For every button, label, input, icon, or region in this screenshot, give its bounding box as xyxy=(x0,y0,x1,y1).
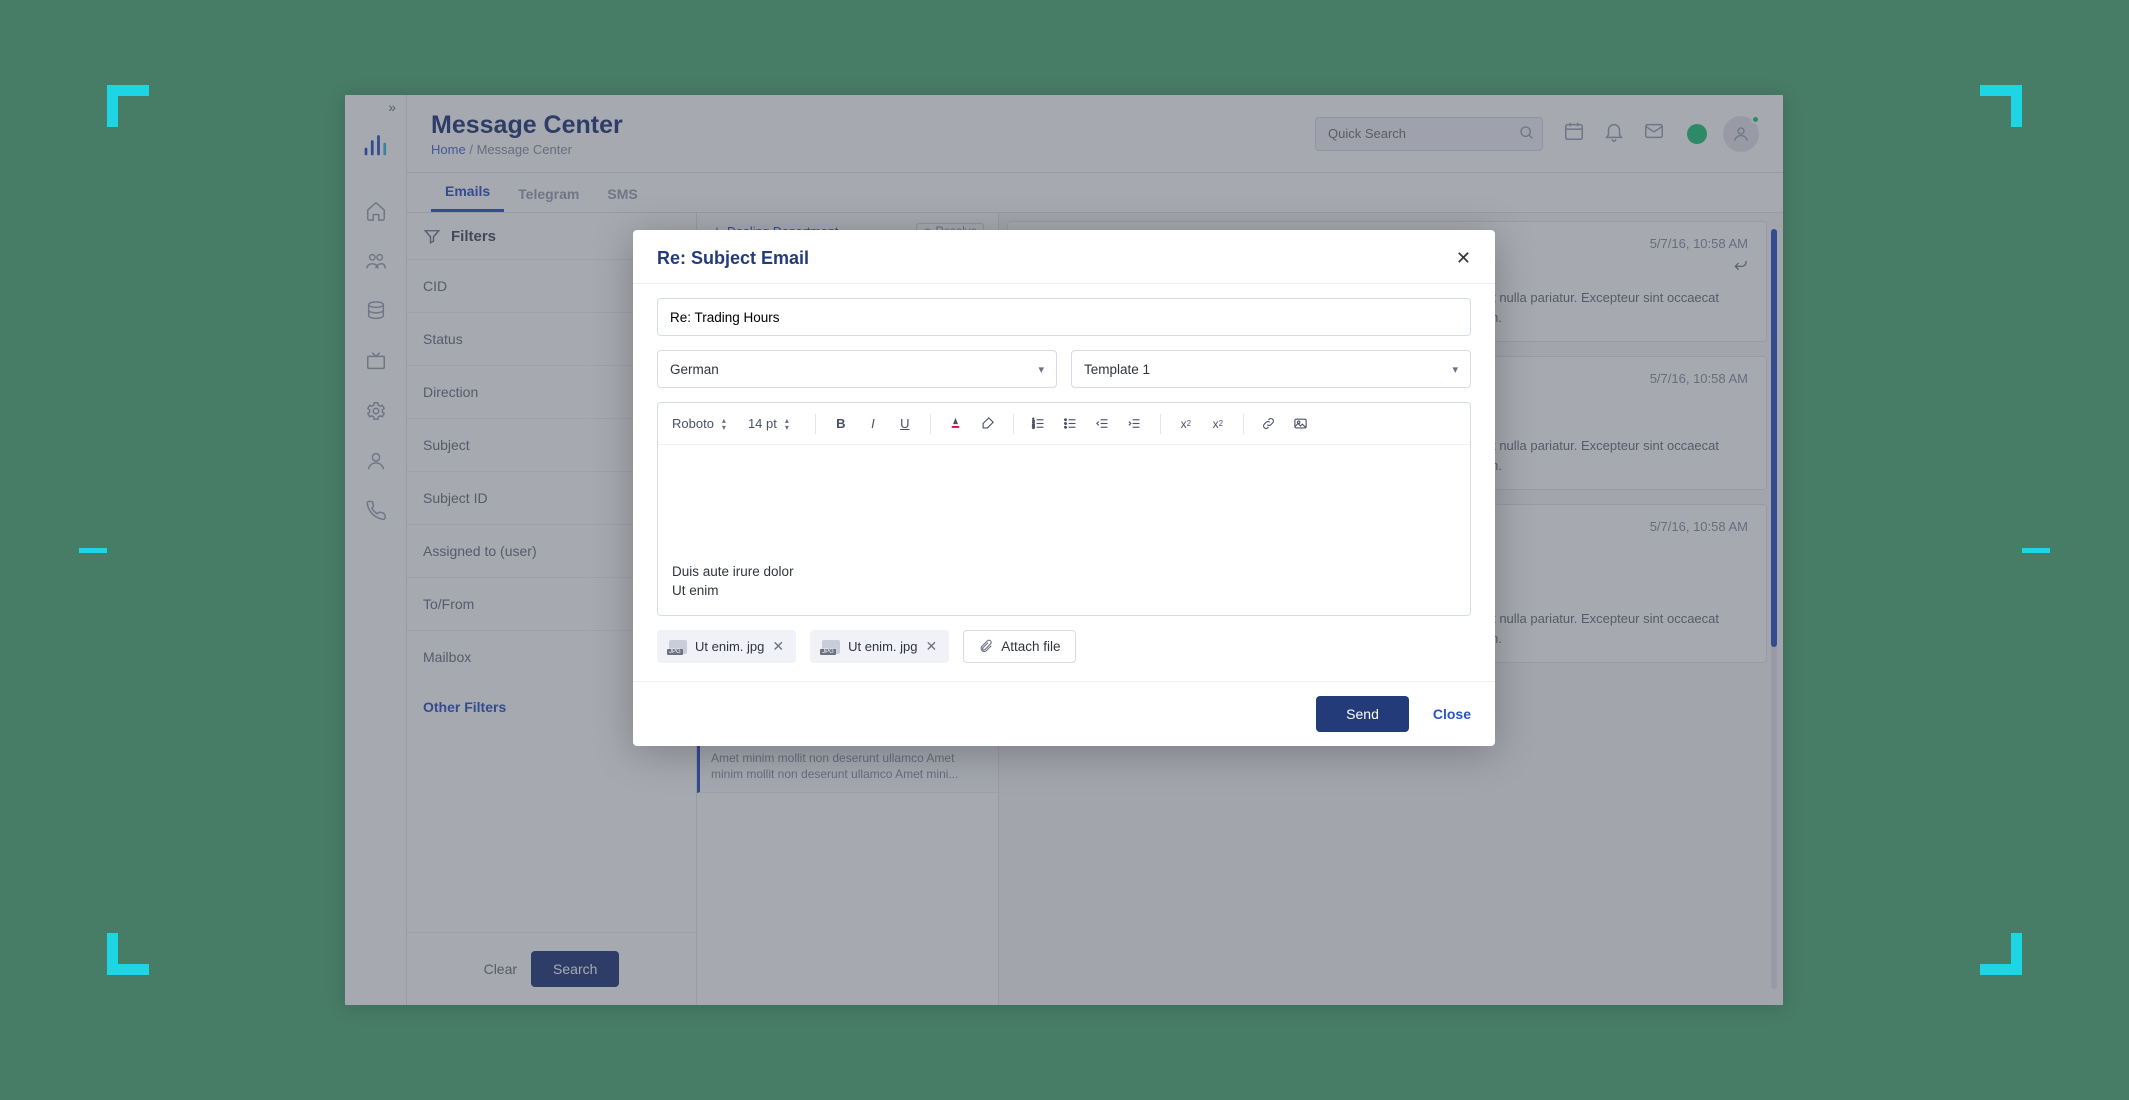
frame-bracket xyxy=(107,85,147,385)
modal-footer: Send Close xyxy=(633,681,1495,746)
rich-editor: Roboto▴▾ 14 pt▴▾ B I U 123 xyxy=(657,402,1471,616)
attach-file-button[interactable]: Attach file xyxy=(963,630,1075,663)
signature-line1: Duis aute irure dolor xyxy=(672,563,1456,582)
compose-modal: Re: Subject Email ✕ German▾ Template 1▾ … xyxy=(633,230,1495,746)
chevron-down-icon: ▾ xyxy=(1452,363,1458,376)
frame-bracket xyxy=(107,675,147,975)
language-select[interactable]: German▾ xyxy=(657,350,1057,388)
indent-button[interactable] xyxy=(1124,413,1146,435)
paperclip-icon xyxy=(978,639,993,654)
attachment-chip: Ut enim. jpg ✕ xyxy=(810,630,949,663)
image-button[interactable] xyxy=(1290,413,1312,435)
app-window: » Message Center Home / Message Center xyxy=(345,95,1783,1005)
jpg-thumb-icon xyxy=(669,640,687,654)
list-ordered-button[interactable]: 123 xyxy=(1028,413,1050,435)
underline-button[interactable]: U xyxy=(894,413,916,435)
close-button[interactable]: Close xyxy=(1433,706,1471,722)
attachments-row: Ut enim. jpg ✕ Ut enim. jpg ✕ Attach fil… xyxy=(657,630,1471,663)
subject-input[interactable] xyxy=(657,298,1471,336)
font-select[interactable]: Roboto▴▾ xyxy=(672,416,738,431)
chevron-down-icon: ▾ xyxy=(1038,363,1044,376)
modal-title: Re: Subject Email xyxy=(657,248,809,269)
outdent-button[interactable] xyxy=(1092,413,1114,435)
list-bullet-button[interactable] xyxy=(1060,413,1082,435)
frame-tick xyxy=(79,548,107,553)
link-button[interactable] xyxy=(1258,413,1280,435)
editor-textarea[interactable]: Duis aute irure dolor Ut enim xyxy=(658,445,1470,615)
frame-tick xyxy=(2022,548,2050,553)
fontsize-select[interactable]: 14 pt▴▾ xyxy=(748,416,801,431)
signature-line2: Ut enim xyxy=(672,582,1456,601)
subscript-button[interactable]: x2 xyxy=(1175,413,1197,435)
frame-bracket xyxy=(1982,675,2022,975)
jpg-thumb-icon xyxy=(822,640,840,654)
remove-attachment-button[interactable]: ✕ xyxy=(772,638,784,655)
bold-button[interactable]: B xyxy=(830,413,852,435)
superscript-button[interactable]: x2 xyxy=(1207,413,1229,435)
svg-text:3: 3 xyxy=(1033,425,1036,430)
italic-button[interactable]: I xyxy=(862,413,884,435)
highlight-button[interactable] xyxy=(977,413,999,435)
frame-bracket xyxy=(1982,85,2022,385)
text-color-button[interactable] xyxy=(945,413,967,435)
editor-toolbar: Roboto▴▾ 14 pt▴▾ B I U 123 xyxy=(658,403,1470,445)
send-button[interactable]: Send xyxy=(1316,696,1409,732)
template-select[interactable]: Template 1▾ xyxy=(1071,350,1471,388)
modal-close-button[interactable]: ✕ xyxy=(1456,248,1471,269)
attachment-chip: Ut enim. jpg ✕ xyxy=(657,630,796,663)
remove-attachment-button[interactable]: ✕ xyxy=(925,638,937,655)
modal-overlay: Re: Subject Email ✕ German▾ Template 1▾ … xyxy=(345,95,1783,1005)
